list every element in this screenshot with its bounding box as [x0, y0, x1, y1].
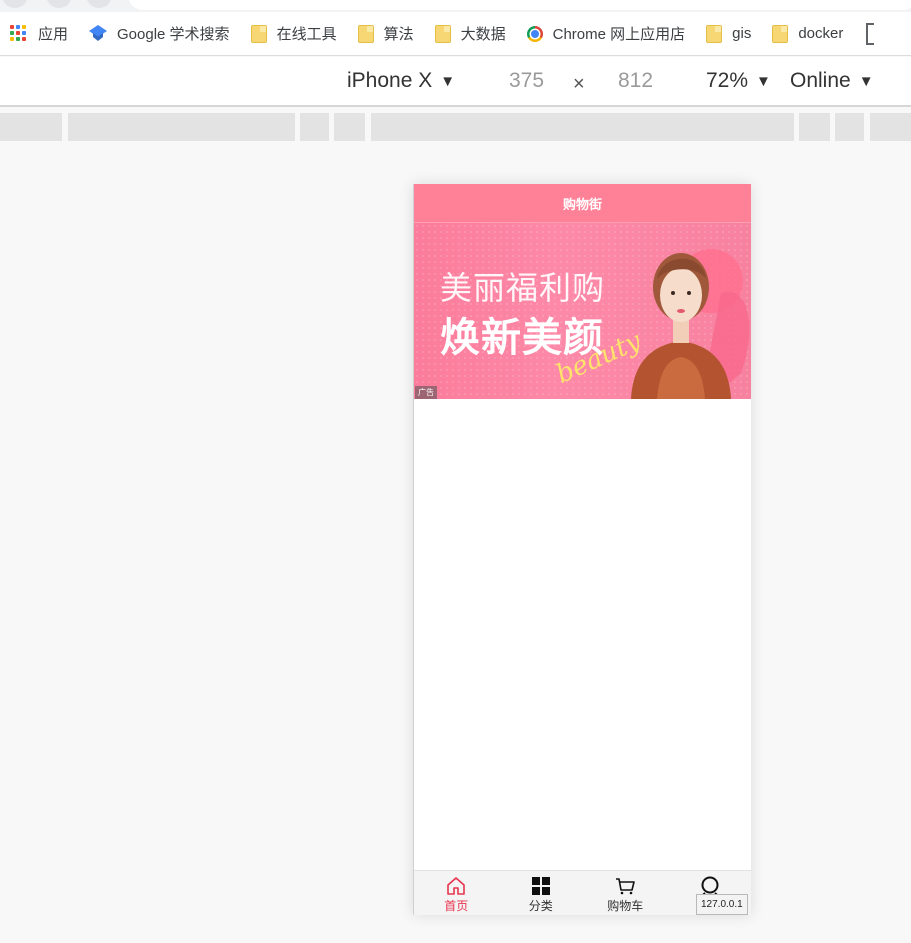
promo-banner[interactable]: 美丽福利购 焕新美颜 beauty 广告 [414, 223, 751, 399]
category-grid-icon [531, 877, 550, 895]
media-query-segment[interactable] [371, 113, 794, 141]
browser-tabstrip [0, 0, 911, 12]
bookmark-label: Google 学术搜索 [117, 26, 230, 43]
bookmark-algorithms[interactable]: 算法 [357, 20, 414, 48]
media-query-segment[interactable] [334, 113, 365, 141]
tab-label: 购物车 [607, 899, 644, 913]
page-title: 购物街 [562, 196, 602, 212]
bookmark-google-scholar[interactable]: Google 学术搜索 [89, 20, 230, 48]
device-viewport: 购物街 美丽福利购 焕新美颜 beauty 广告 首页 分类 购物车 127.0… [413, 184, 751, 915]
bookmark-label: 大数据 [460, 26, 506, 43]
folder-icon [772, 24, 789, 43]
zoom-select[interactable]: 72% ▼ [706, 69, 771, 93]
tab-category[interactable]: 分类 [499, 871, 584, 915]
media-query-segment[interactable] [0, 113, 62, 141]
bookmark-apps[interactable]: 应用 [10, 20, 68, 48]
zoom-value: 72% [706, 69, 749, 92]
cart-icon [616, 878, 636, 895]
bookmark-label: 应用 [38, 26, 69, 43]
media-query-bar [0, 109, 911, 142]
dropdown-arrow-icon: ▼ [858, 72, 874, 90]
dropdown-arrow-icon: ▼ [756, 72, 771, 90]
bookmark-big-data[interactable]: 大数据 [434, 20, 506, 48]
media-query-segment[interactable] [799, 113, 830, 141]
home-icon [447, 877, 466, 895]
folder-icon [250, 24, 267, 43]
network-value: Online [790, 69, 851, 92]
device-toolbar: iPhone X ▼ 375 × 812 72% ▼ Online ▼ [0, 57, 911, 107]
bookmark-label: 算法 [383, 26, 414, 43]
network-throttle-select[interactable]: Online ▼ [790, 69, 874, 93]
status-url-tooltip: 127.0.0.1 [696, 894, 748, 915]
bookmark-label: 在线工具 [276, 26, 337, 43]
model-portrait-image [631, 249, 750, 399]
scholar-icon [89, 24, 108, 43]
tab-label: 首页 [444, 899, 469, 913]
bookmark-chrome-web-store[interactable]: Chrome 网上应用店 [526, 20, 686, 48]
tab-label: 分类 [528, 899, 553, 913]
media-query-segment[interactable] [870, 113, 911, 141]
dimensions-separator: × [573, 73, 585, 95]
app-nav-bar: 购物街 [414, 184, 751, 223]
folder-icon [357, 24, 374, 43]
back-button[interactable] [2, 0, 28, 8]
dropdown-arrow-icon: ▼ [440, 72, 456, 90]
banner-headline: 美丽福利购 [440, 270, 606, 306]
folder-icon [434, 24, 451, 43]
chrome-store-icon [526, 25, 543, 42]
media-query-segment[interactable] [300, 113, 329, 141]
folder-icon [706, 24, 723, 43]
bookmark-label: gis [732, 25, 752, 42]
device-name: iPhone X [347, 69, 433, 92]
height-input[interactable]: 812 [618, 69, 653, 93]
bookmark-online-tools[interactable]: 在线工具 [250, 20, 337, 48]
apps-grid-icon [10, 24, 28, 43]
media-query-segment[interactable] [68, 113, 295, 141]
address-bar[interactable] [128, 0, 911, 10]
media-query-segment[interactable] [835, 113, 864, 141]
forward-button[interactable] [46, 0, 72, 8]
bookmarks-overflow-icon[interactable] [866, 22, 875, 45]
bookmarks-bar: 应用 Google 学术搜索 在线工具 算法 大数据 Chrome 网上应用店 … [0, 12, 911, 56]
reload-button[interactable] [86, 0, 112, 8]
bookmark-docker[interactable]: docker [772, 20, 843, 48]
tab-cart[interactable]: 购物车 [583, 871, 668, 915]
tab-home[interactable]: 首页 [414, 871, 499, 915]
bookmark-label: Chrome 网上应用店 [552, 26, 686, 43]
width-input[interactable]: 375 [509, 69, 544, 93]
bookmark-gis[interactable]: gis [706, 20, 751, 48]
ad-tag: 广告 [415, 386, 437, 399]
bookmark-label: docker [798, 25, 844, 42]
device-select[interactable]: iPhone X ▼ [347, 69, 455, 93]
